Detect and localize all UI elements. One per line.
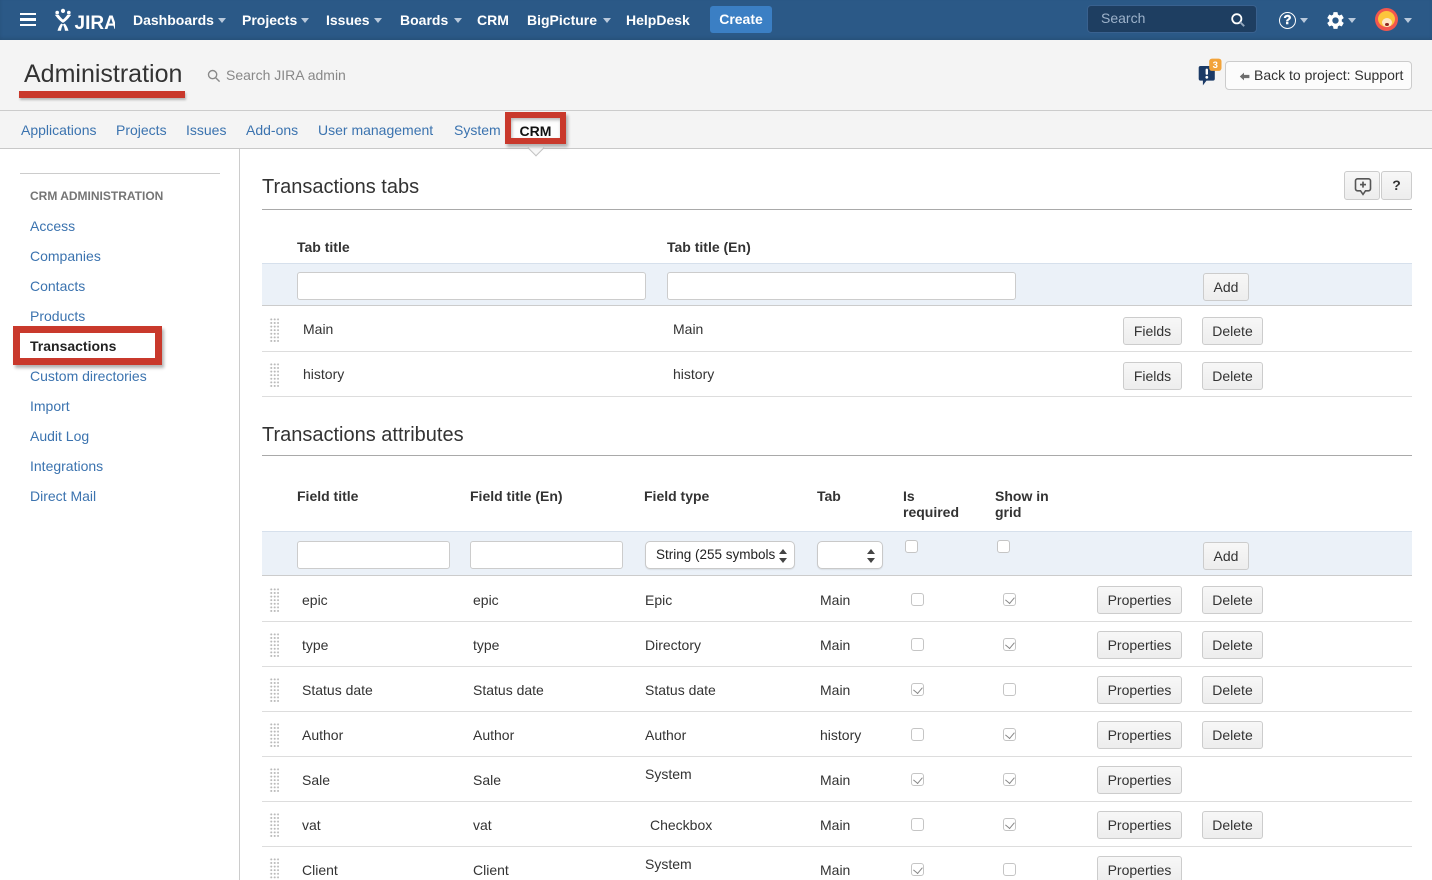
svg-text:3: 3: [1213, 60, 1218, 71]
svg-text:JIRA: JIRA: [75, 13, 116, 34]
